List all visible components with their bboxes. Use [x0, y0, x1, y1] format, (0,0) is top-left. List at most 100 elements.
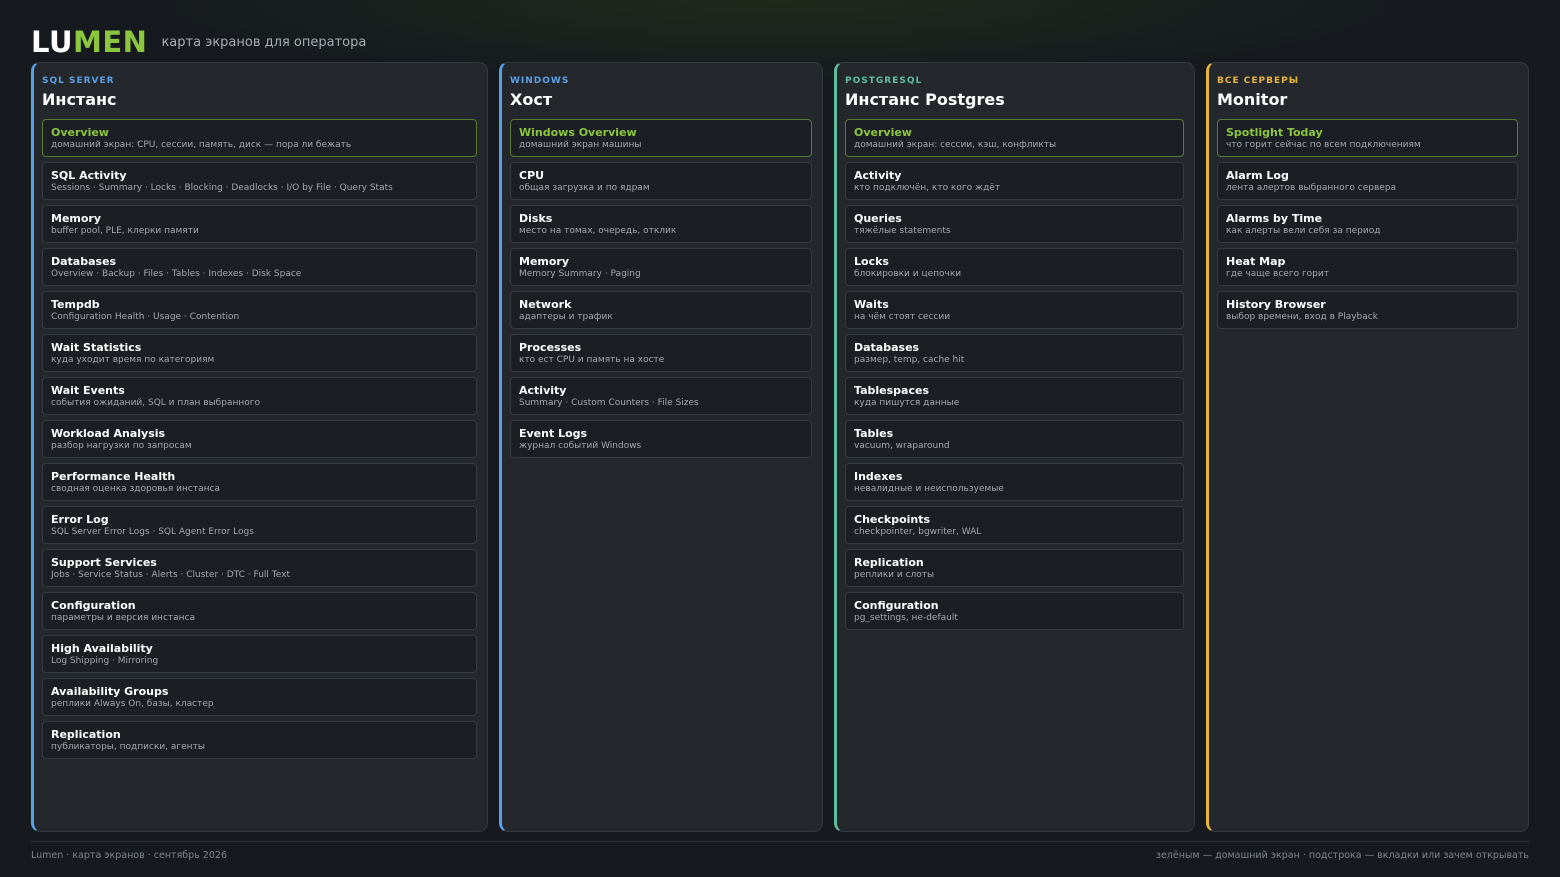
screen-description: публикаторы, подписки, агенты — [51, 742, 205, 752]
screen-name: Error Log — [51, 513, 109, 526]
screen-card[interactable]: SQL Activity Sessions · Summary · Locks ·… — [42, 162, 477, 200]
screen-card[interactable]: Databases размер, temp, cache hit — [845, 334, 1184, 372]
screen-name: Configuration — [854, 599, 939, 612]
screen-card[interactable]: Memory buffer pool, PLE, клерки памяти — [42, 205, 477, 243]
screen-name: Performance Health — [51, 470, 176, 483]
screen-name: Overview — [854, 126, 912, 139]
panel-category: POSTGRESQL — [845, 76, 923, 86]
screen-card[interactable]: Memory Memory Summary · Paging — [510, 248, 812, 286]
screen-card[interactable]: Support Services Jobs · Service Status · … — [42, 549, 477, 587]
screen-description: что горит сейчас по всем подключениям — [1226, 140, 1421, 150]
screen-description: на чём стоят сессии — [854, 312, 951, 322]
screen-description: Jobs · Service Status · Alerts · Cluster… — [51, 570, 290, 580]
screen-name: Activity — [854, 169, 902, 182]
screen-description: как алерты вели себя за период — [1226, 226, 1381, 236]
screen-description: сводная оценка здоровья инстанса — [51, 484, 220, 494]
screen-name: Workload Analysis — [51, 427, 166, 440]
screen-card[interactable]: High Availability Log Shipping · Mirrorin… — [42, 635, 477, 673]
screen-card[interactable]: Network адаптеры и трафик — [510, 291, 812, 329]
screen-card[interactable]: Replication реплики и слоты — [845, 549, 1184, 587]
screen-name: Memory — [519, 255, 570, 268]
screen-card[interactable]: Indexes невалидные и неиспользуемые — [845, 463, 1184, 501]
screen-card[interactable]: Performance Health сводная оценка здоровь… — [42, 463, 477, 501]
panel-all-servers: ВСЕ СЕРВЕРЫ Monitor Spotlight Today что гор… — [1206, 62, 1529, 832]
screen-card[interactable]: Availability Groups реплики Always On, ба… — [42, 678, 477, 716]
screen-name: Databases — [854, 341, 920, 354]
screen-card[interactable]: Tables vacuum, wraparound — [845, 420, 1184, 458]
screen-name: Configuration — [51, 599, 136, 612]
screen-card[interactable]: Activity Summary · Custom Counters · File… — [510, 377, 812, 415]
screen-description: Overview · Backup · Files · Tables · Ind… — [51, 269, 302, 279]
panel-title: Monitor — [1217, 90, 1288, 109]
screen-card[interactable]: Processes кто ест CPU и память на хосте — [510, 334, 812, 372]
screen-description: Memory Summary · Paging — [519, 269, 641, 279]
screen-card[interactable]: Activity кто подключён, кто кого ждёт — [845, 162, 1184, 200]
screen-name: Network — [519, 298, 572, 311]
page-subtitle: карта экранов для оператора — [161, 35, 367, 50]
screen-name: Alarms by Time — [1226, 212, 1323, 225]
screen-description: реплики Always On, базы, кластер — [51, 699, 214, 709]
screen-name: Activity — [519, 384, 567, 397]
screen-description: checkpointer, bgwriter, WAL — [854, 527, 982, 537]
screen-card[interactable]: Heat Map где чаще всего горит — [1217, 248, 1518, 286]
logo-part-lu: LU — [31, 25, 73, 59]
panel-category: SQL SERVER — [42, 76, 115, 86]
screen-description: домашний экран: сессии, кэш, конфликты — [854, 140, 1057, 150]
screen-card[interactable]: Wait Statistics куда уходит время по кате… — [42, 334, 477, 372]
screen-description: кто ест CPU и память на хосте — [519, 355, 665, 365]
screen-card[interactable]: Disks место на томах, очередь, отклик — [510, 205, 812, 243]
screen-description: Sessions · Summary · Locks · Blocking · … — [51, 183, 393, 193]
screen-card[interactable]: Event Logs журнал событий Windows — [510, 420, 812, 458]
footer-caption: Lumen · карта экранов · сентябрь 2026 — [31, 850, 227, 861]
screen-name: Waits — [854, 298, 889, 311]
screen-card[interactable]: Error Log SQL Server Error Logs · SQL Age… — [42, 506, 477, 544]
screen-name: Tables — [854, 427, 894, 440]
screen-description: события ожиданий, SQL и план выбранного — [51, 398, 260, 408]
screen-card[interactable]: Tempdb Configuration Health · Usage · Con… — [42, 291, 477, 329]
screen-card[interactable]: Waits на чём стоят сессии — [845, 291, 1184, 329]
screen-card[interactable]: Databases Overview · Backup · Files · Tab… — [42, 248, 477, 286]
screen-card[interactable]: Workload Analysis разбор нагрузки по запр… — [42, 420, 477, 458]
screen-card[interactable]: Configuration pg_settings, не-default — [845, 592, 1184, 630]
screen-list: Windows Overview домашний экран машины CPU… — [510, 119, 812, 463]
screen-name: Availability Groups — [51, 685, 169, 698]
screen-name: Indexes — [854, 470, 903, 483]
screen-name: Disks — [519, 212, 553, 225]
panel-windows: WINDOWS Хост Windows Overview домашний экра… — [499, 62, 823, 832]
screen-card[interactable]: Alarm Log лента алертов выбранного сервер… — [1217, 162, 1518, 200]
screen-card[interactable]: Locks блокировки и цепочки — [845, 248, 1184, 286]
screen-description: кто подключён, кто кого ждёт — [854, 183, 1001, 193]
screen-description: журнал событий Windows — [519, 441, 642, 451]
screen-card[interactable]: Tablespaces куда пишутся данные — [845, 377, 1184, 415]
screen-name: Processes — [519, 341, 582, 354]
screen-description: pg_settings, не-default — [854, 613, 958, 623]
screen-description: размер, temp, cache hit — [854, 355, 965, 365]
screen-name: Tablespaces — [854, 384, 929, 397]
screen-card[interactable]: CPU общая загрузка и по ядрам — [510, 162, 812, 200]
screen-card[interactable]: History Browser выбор времени, вход в Pla… — [1217, 291, 1518, 329]
screen-card[interactable]: Wait Events события ожиданий, SQL и план … — [42, 377, 477, 415]
screen-description: куда уходит время по категориям — [51, 355, 215, 365]
screen-name: Wait Events — [51, 384, 125, 397]
home-screen-card[interactable]: Overview домашний экран: сессии, кэш, кон… — [845, 119, 1184, 157]
screen-name: Alarm Log — [1226, 169, 1289, 182]
screen-name: Queries — [854, 212, 902, 225]
screen-list: Overview домашний экран: CPU, сессии, пам… — [42, 119, 477, 764]
screen-card[interactable]: Queries тяжёлые statements — [845, 205, 1184, 243]
screen-list: Overview домашний экран: сессии, кэш, кон… — [845, 119, 1184, 635]
screen-card[interactable]: Alarms by Time как алерты вели себя за пе… — [1217, 205, 1518, 243]
screen-description: Log Shipping · Mirroring — [51, 656, 159, 666]
home-screen-card[interactable]: Spotlight Today что горит сейчас по всем … — [1217, 119, 1518, 157]
screen-card[interactable]: Checkpoints checkpointer, bgwriter, WAL — [845, 506, 1184, 544]
screen-description: где чаще всего горит — [1226, 269, 1329, 279]
footer-legend: зелёным — домашний экран · подстрока — в… — [1155, 850, 1529, 861]
screen-description: buffer pool, PLE, клерки памяти — [51, 226, 199, 236]
panel-sql: SQL SERVER Инстанс Overview домашний экран:… — [31, 62, 488, 832]
screen-card[interactable]: Configuration параметры и версия инстанса — [42, 592, 477, 630]
screen-card[interactable]: Replication публикаторы, подписки, агенты — [42, 721, 477, 759]
home-screen-card[interactable]: Overview домашний экран: CPU, сессии, пам… — [42, 119, 477, 157]
screen-description: невалидные и неиспользуемые — [854, 484, 1004, 494]
screen-description: реплики и слоты — [854, 570, 935, 580]
screen-description: общая загрузка и по ядрам — [519, 183, 650, 193]
home-screen-card[interactable]: Windows Overview домашний экран машины — [510, 119, 812, 157]
